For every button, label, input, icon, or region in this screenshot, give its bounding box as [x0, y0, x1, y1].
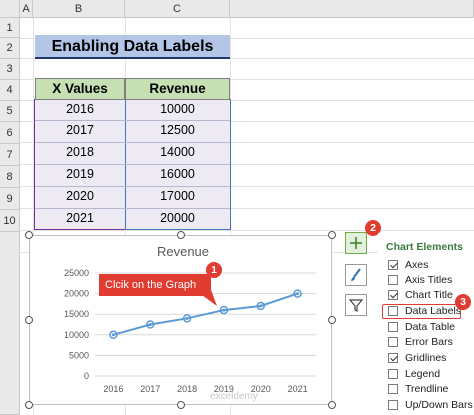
table-divider — [35, 142, 230, 143]
table-divider — [35, 164, 230, 165]
x-tick-label: 2021 — [288, 384, 308, 394]
resize-handle[interactable] — [328, 316, 336, 324]
checkbox[interactable] — [388, 290, 398, 300]
chart-element-label: Up/Down Bars — [405, 399, 473, 411]
y-tick-label: 0 — [84, 371, 89, 381]
checkbox[interactable] — [388, 353, 398, 363]
chart-plot: Revenue 0 5000 10000 15000 20000 25000 2016 20… — [64, 244, 316, 402]
table-divider — [35, 208, 230, 209]
step-badge-3: 3 — [455, 294, 471, 310]
row-header[interactable]: 10 — [0, 210, 20, 232]
checkbox[interactable] — [388, 369, 398, 379]
row-header[interactable] — [0, 232, 20, 415]
row-header[interactable]: 6 — [0, 122, 20, 144]
watermark: exceldemy — [210, 391, 258, 402]
y-tick-label: 10000 — [64, 330, 89, 340]
resize-handle[interactable] — [328, 401, 336, 409]
select-all-corner[interactable] — [0, 0, 20, 18]
checkbox[interactable] — [388, 337, 398, 347]
row-header[interactable]: 9 — [0, 188, 20, 210]
y-tick-label: 20000 — [64, 289, 89, 299]
chart-elements-button[interactable] — [345, 232, 367, 254]
chart-element-label: Legend — [405, 368, 441, 380]
resize-handle[interactable] — [25, 401, 33, 409]
column-label: C — [173, 3, 181, 15]
chart-elements-panel: Chart Elements Axes Axis Titles Chart Ti… — [378, 233, 474, 415]
checkbox[interactable] — [388, 275, 398, 285]
panel-title: Chart Elements — [386, 241, 464, 253]
resize-handle[interactable] — [177, 401, 185, 409]
table-cell[interactable]: 2018 — [35, 142, 125, 163]
header-revenue[interactable]: Revenue — [125, 78, 230, 100]
x-tick-label: 2017 — [140, 384, 160, 394]
resize-handle[interactable] — [25, 231, 33, 239]
chart-element-label: Axes — [405, 259, 429, 271]
table-divider — [35, 120, 230, 121]
checkbox[interactable] — [388, 260, 398, 270]
table-cell[interactable]: 2017 — [35, 120, 125, 141]
table-cell[interactable]: 10000 — [125, 99, 230, 120]
column-label: A — [22, 3, 30, 15]
column-header-a[interactable]: A — [20, 0, 33, 18]
resize-handle[interactable] — [328, 231, 336, 239]
row-header[interactable]: 3 — [0, 59, 20, 80]
row-header[interactable]: 8 — [0, 166, 20, 188]
revenue-chart[interactable]: Revenue 0 5000 10000 15000 20000 25000 2016 20… — [29, 235, 332, 405]
row-header[interactable]: 2 — [0, 38, 20, 59]
table-cell[interactable]: 17000 — [125, 186, 230, 207]
table-cell[interactable]: 12500 — [125, 120, 230, 141]
table-cell[interactable]: 14000 — [125, 142, 230, 163]
row-header[interactable]: 5 — [0, 101, 20, 122]
chart-element-label: Error Bars — [405, 336, 453, 348]
table-cell[interactable]: 20000 — [125, 208, 230, 229]
header-x-values[interactable]: X Values — [35, 78, 125, 100]
chart-styles-button[interactable] — [345, 264, 367, 286]
chart-element-label: Data Table — [405, 321, 456, 333]
checkbox[interactable] — [388, 400, 398, 410]
x-tick-label: 2018 — [177, 384, 197, 394]
column-header-c[interactable]: C — [125, 0, 230, 18]
table-cell[interactable]: 16000 — [125, 164, 230, 185]
chart-element-label: Trendline — [405, 383, 449, 395]
plus-icon — [350, 237, 362, 249]
y-tick-label: 25000 — [64, 268, 89, 278]
y-tick-label: 15000 — [64, 309, 89, 319]
table-divider — [35, 186, 230, 187]
chart-title[interactable]: Revenue — [157, 244, 209, 259]
chart-element-label: Chart Title — [405, 289, 453, 301]
column-header-b[interactable]: B — [33, 0, 125, 18]
row-header[interactable]: 4 — [0, 80, 20, 101]
checkbox[interactable] — [388, 384, 398, 394]
table-cell[interactable]: 2020 — [35, 186, 125, 207]
table-cell[interactable]: 2019 — [35, 164, 125, 185]
brush-icon — [351, 268, 361, 281]
data-labels-highlight — [382, 304, 461, 319]
table-cell[interactable]: 2016 — [35, 99, 125, 120]
chart-filters-button[interactable] — [345, 294, 367, 316]
column-header-d[interactable] — [230, 0, 474, 18]
table-cell[interactable]: 2021 — [35, 208, 125, 229]
y-tick-label: 5000 — [69, 350, 89, 360]
row-header[interactable]: 1 — [0, 18, 20, 38]
checkbox[interactable] — [388, 322, 398, 332]
row-header[interactable]: 7 — [0, 144, 20, 166]
column-label: B — [74, 3, 83, 15]
callout-pointer — [195, 290, 217, 306]
x-tick-label: 2016 — [103, 384, 123, 394]
grid-line — [20, 230, 474, 231]
step-badge-1: 1 — [206, 262, 222, 278]
resize-handle[interactable] — [25, 316, 33, 324]
resize-handle[interactable] — [177, 231, 185, 239]
filter-icon — [348, 299, 364, 312]
chart-element-label: Gridlines — [405, 352, 447, 364]
chart-element-label: Axis Titles — [405, 274, 453, 286]
sheet-title: Enabling Data Labels — [35, 35, 230, 59]
